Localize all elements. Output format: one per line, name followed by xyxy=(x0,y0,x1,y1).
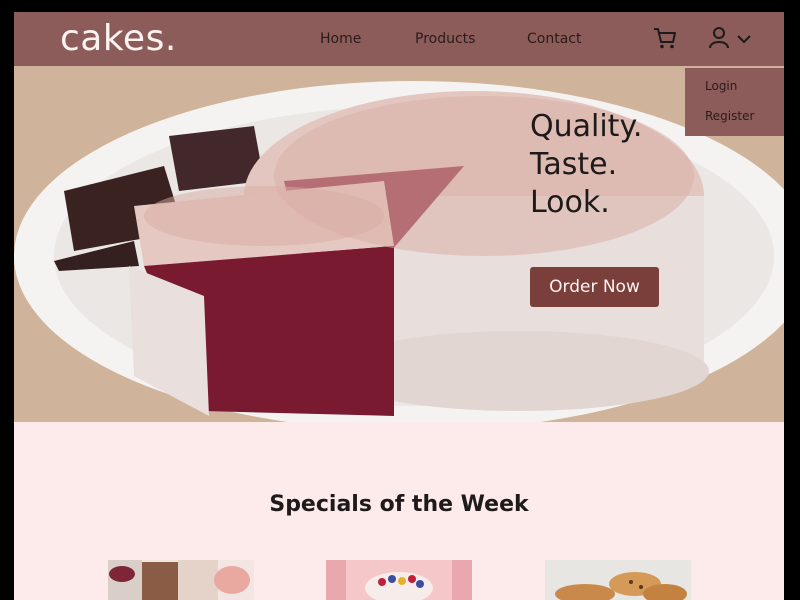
cookies-photo xyxy=(545,560,691,600)
special-card-cookies[interactable] xyxy=(545,560,691,600)
cart-button[interactable] xyxy=(652,25,678,56)
desserts-photo xyxy=(108,560,254,600)
tagline-line: Taste. xyxy=(530,147,618,182)
user-icon xyxy=(709,27,729,49)
order-now-button[interactable]: Order Now xyxy=(530,267,659,307)
account-menu-toggle[interactable] xyxy=(708,25,752,51)
cart-icon xyxy=(654,28,676,49)
tagline-line: Quality. xyxy=(530,109,643,144)
special-card-fruit-cake[interactable] xyxy=(326,560,472,600)
hero-cake-photo xyxy=(14,66,784,422)
header-bar: cakes. Home Products Contact xyxy=(14,12,784,66)
menu-item-login[interactable]: Login xyxy=(705,79,737,93)
hero-banner: Quality. Taste. Look. Order Now xyxy=(14,66,784,422)
logo[interactable]: cakes. xyxy=(60,18,177,59)
special-card-desserts[interactable] xyxy=(108,560,254,600)
nav-contact[interactable]: Contact xyxy=(527,31,581,47)
page: cakes. Home Products Contact Quality. Ta… xyxy=(14,12,784,600)
fruit-cake-photo xyxy=(326,560,472,600)
hero-tagline: Quality. Taste. Look. xyxy=(530,108,642,222)
tagline-line: Look. xyxy=(530,185,610,220)
nav-home[interactable]: Home xyxy=(320,31,361,47)
chevron-down-icon xyxy=(737,35,752,44)
account-dropdown-menu: Login Register xyxy=(685,68,784,136)
specials-heading: Specials of the Week xyxy=(269,492,529,517)
menu-item-register[interactable]: Register xyxy=(705,109,754,123)
nav-products[interactable]: Products xyxy=(415,31,475,47)
